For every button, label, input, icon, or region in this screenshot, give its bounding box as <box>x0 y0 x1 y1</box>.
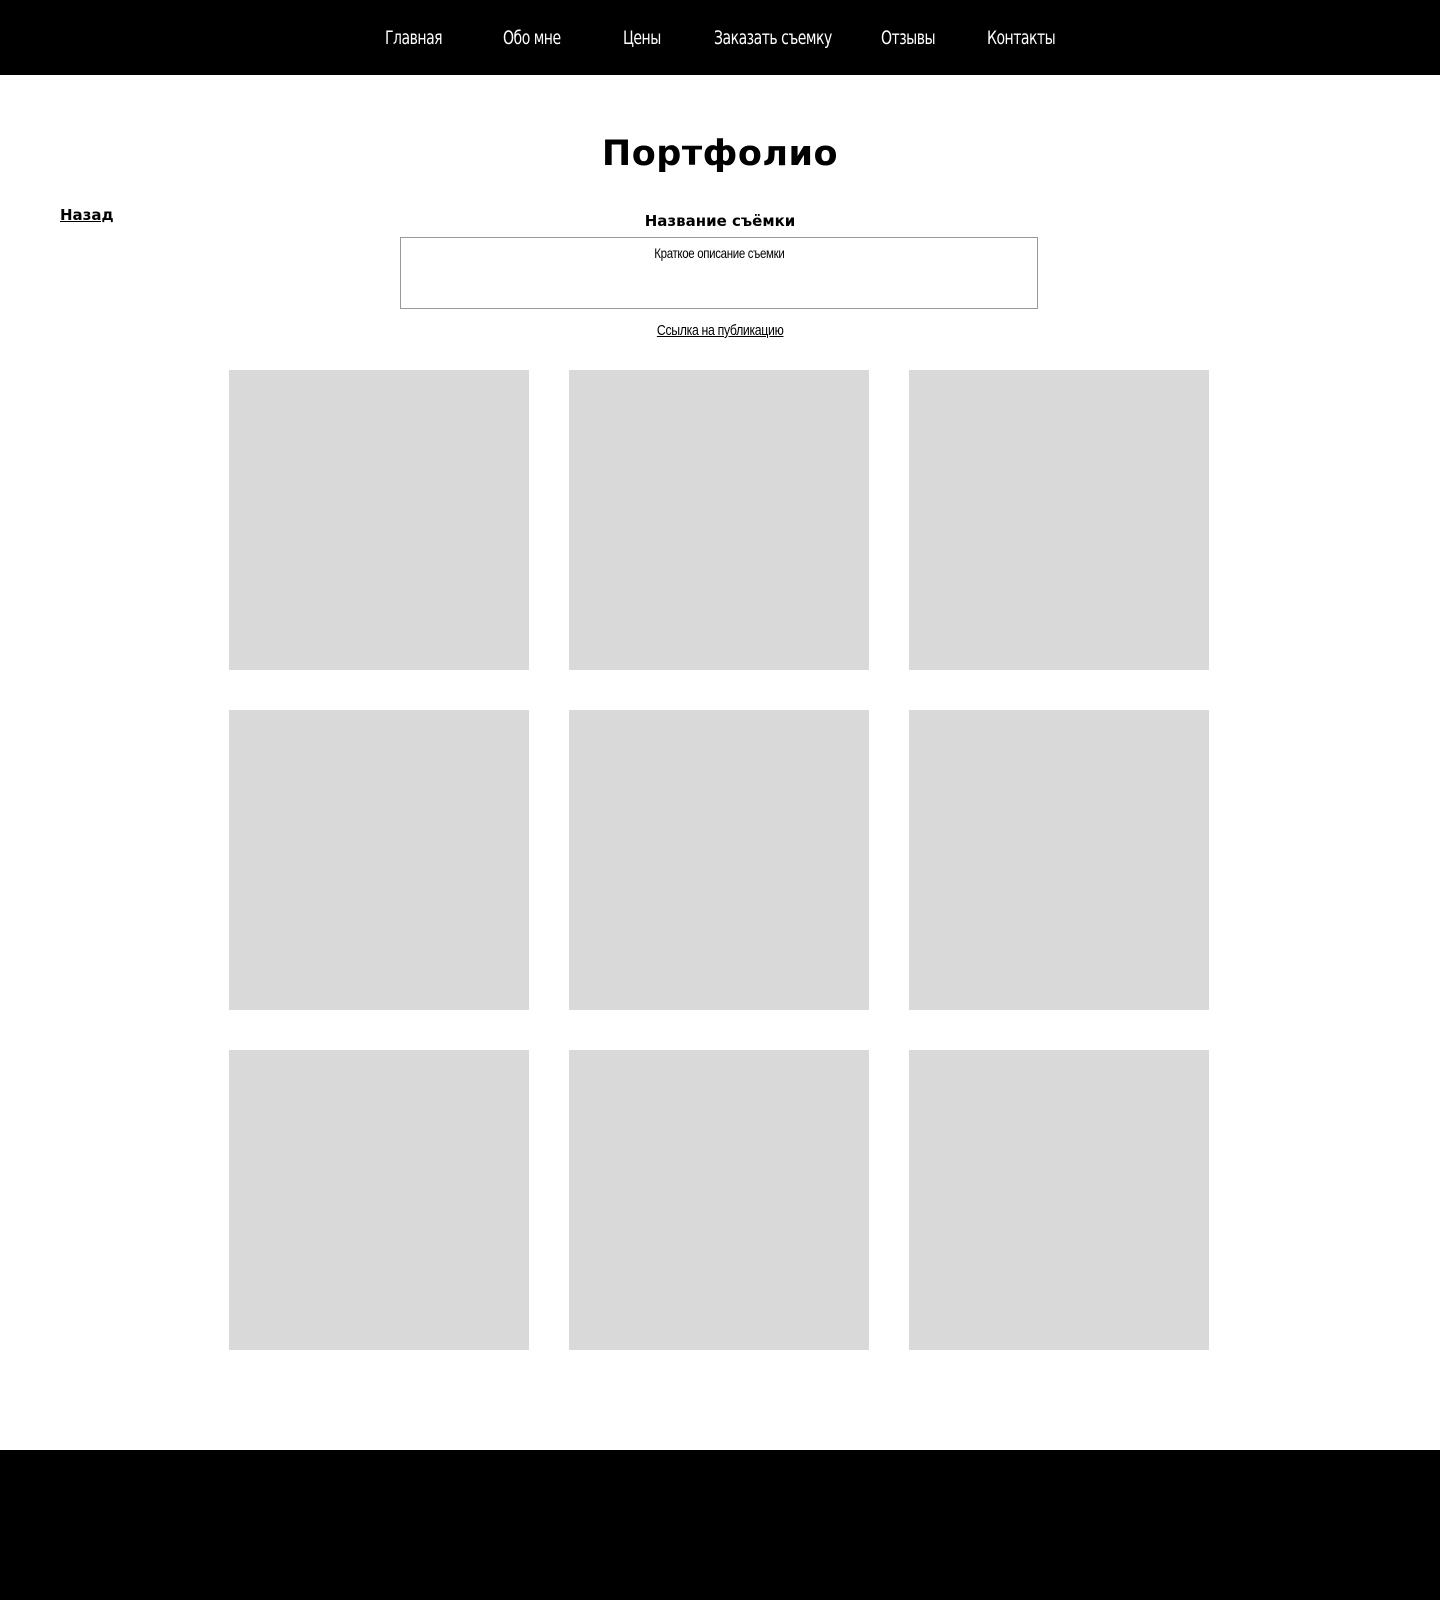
photo-placeholder[interactable] <box>909 370 1209 670</box>
photo-placeholder[interactable] <box>909 1050 1209 1350</box>
nav-item-prices[interactable]: Цены <box>623 0 669 75</box>
shoot-title: Название съёмки <box>644 212 796 230</box>
nav-item-home[interactable]: Главная <box>385 0 455 75</box>
photo-placeholder[interactable] <box>909 710 1209 1010</box>
nav-item-reviews[interactable]: Отзывы <box>881 0 947 75</box>
nav-item-contacts[interactable]: Контакты <box>987 0 1070 75</box>
photo-placeholder[interactable] <box>569 1050 869 1350</box>
nav-item-order[interactable]: Заказать съемку <box>714 0 858 75</box>
nav-item-about[interactable]: Обо мне <box>503 0 573 75</box>
publication-link[interactable]: Ссылка на публикацию <box>657 322 784 339</box>
description-text: Краткое описание съемки <box>653 245 785 261</box>
photo-placeholder[interactable] <box>229 370 529 670</box>
photo-placeholder[interactable] <box>569 370 869 670</box>
top-navigation: Главная Обо мне Цены Заказать съемку Отз… <box>0 0 1440 75</box>
publication-link-row: Ссылка на публикацию <box>0 322 1440 340</box>
photo-placeholder[interactable] <box>569 710 869 1010</box>
photo-placeholder[interactable] <box>229 1050 529 1350</box>
photo-gallery <box>229 370 1210 1350</box>
description-box: Краткое описание съемки <box>400 237 1038 309</box>
photo-placeholder[interactable] <box>229 710 529 1010</box>
footer <box>0 1450 1440 1600</box>
page-title: Портфолио <box>601 134 839 174</box>
